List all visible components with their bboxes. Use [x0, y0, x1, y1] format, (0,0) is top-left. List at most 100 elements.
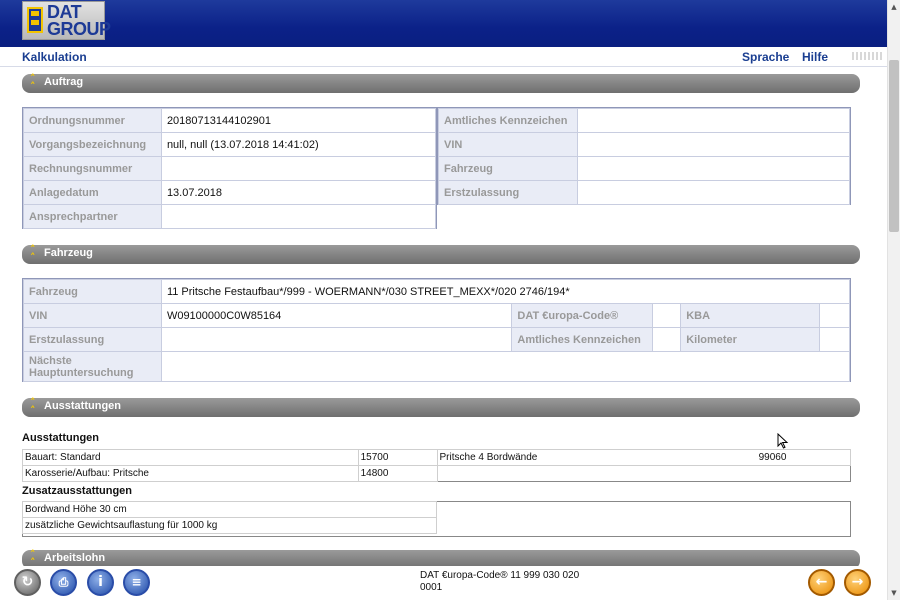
field-value	[576, 180, 851, 205]
table-row: zusätzliche Gewichtsauflastung für 1000 …	[22, 517, 437, 534]
equipment-code: 15700	[357, 449, 438, 466]
scrollbar-thumb[interactable]	[889, 60, 899, 232]
field-value: 13.07.2018	[160, 180, 437, 205]
field-label: Fahrzeug	[23, 279, 162, 304]
table-row: Erstzulassung	[438, 180, 851, 205]
table-row: Rechnungsnummer	[23, 156, 437, 181]
field-value	[652, 303, 682, 328]
document-button[interactable]: ≡	[123, 569, 150, 596]
scroll-down-icon[interactable]: ▼	[888, 586, 900, 600]
equipment-name: Karosserie/Aufbau: Pritsche	[22, 465, 359, 482]
table-row: Karosserie/Aufbau: Pritsche 14800	[22, 465, 851, 482]
fahrzeug-table: Fahrzeug 11 Pritsche Festaufbau*/999 - W…	[23, 279, 851, 382]
section-title: Arbeitslohn	[44, 552, 106, 564]
field-label: DAT €uropa-Code®	[511, 303, 654, 328]
table-row: Fahrzeug	[438, 156, 851, 181]
refresh-button[interactable]: ↻	[14, 569, 41, 596]
section-header-ausstattungen[interactable]: ˄ ˄ Ausstattungen	[22, 396, 860, 417]
table-row: Amtliches Kennzeichen	[438, 108, 851, 133]
field-label: KBA	[680, 303, 820, 328]
field-label: Anlagedatum	[23, 180, 162, 205]
field-label: Amtliches Kennzeichen	[438, 108, 578, 133]
field-label: Rechnungsnummer	[23, 156, 162, 181]
table-row: Nächste Hauptuntersuchung	[23, 351, 851, 382]
print-icon: ⎙	[58, 575, 69, 589]
collapse-chevron-icon: ˄ ˄	[30, 396, 36, 417]
field-label: Ordnungsnummer	[23, 108, 162, 133]
field-label: Nächste Hauptuntersuchung	[23, 351, 162, 382]
field-label: Erstzulassung	[438, 180, 578, 205]
field-label: Erstzulassung	[23, 327, 162, 352]
section-title: Auftrag	[44, 76, 84, 88]
field-value	[160, 156, 437, 181]
field-label: Fahrzeug	[438, 156, 578, 181]
field-value: 11 Pritsche Festaufbau*/999 - WOERMANN*/…	[160, 279, 851, 304]
field-label: Ansprechpartner	[23, 204, 162, 229]
field-value	[652, 327, 682, 352]
field-value	[160, 204, 437, 229]
menu-bar: Kalkulation Sprache Hilfe	[0, 47, 887, 67]
field-value: 20180713144102901	[160, 108, 437, 133]
top-header: DAT GROUP	[0, 0, 887, 47]
collapse-chevron-icon: ˄ ˄	[30, 243, 36, 264]
logo-line-2: GROUP	[47, 19, 111, 39]
table-row: Bauart: Standard 15700 Pritsche 4 Bordwä…	[22, 449, 851, 466]
zusatz-table: Bordwand Höhe 30 cm zusätzliche Gewichts…	[22, 501, 437, 534]
menu-grip-icon	[852, 52, 882, 60]
equipment-name: Pritsche 4 Bordwände	[436, 449, 757, 466]
equipment-code	[757, 466, 851, 482]
field-label: VIN	[438, 132, 578, 157]
equipment-name	[437, 466, 757, 482]
document-icon: ≡	[131, 575, 142, 589]
table-row: VIN	[438, 132, 851, 157]
auftrag-left-table: Ordnungsnummer 20180713144102901 Vorgang…	[23, 108, 437, 229]
field-value	[160, 351, 851, 382]
table-row: Ansprechpartner	[23, 204, 437, 229]
field-label: Amtliches Kennzeichen	[511, 327, 654, 352]
ausstattungen-heading: Ausstattungen	[22, 432, 99, 444]
collapse-chevron-icon: ˄ ˄	[30, 548, 36, 569]
equipment-code: 99060	[756, 449, 851, 466]
info-button[interactable]: i	[87, 569, 114, 596]
section-header-fahrzeug[interactable]: ˄ ˄ Fahrzeug	[22, 243, 860, 264]
equipment-name: Bauart: Standard	[22, 449, 359, 466]
table-row: Vorgangsbezeichnung null, null (13.07.20…	[23, 132, 437, 157]
table-row: Ordnungsnummer 20180713144102901	[23, 108, 437, 133]
mouse-cursor-icon	[777, 433, 789, 449]
equipment-code: 14800	[357, 465, 438, 482]
menu-hilfe[interactable]: Hilfe	[802, 50, 828, 64]
refresh-icon: ↻	[21, 574, 34, 590]
menu-kalkulation[interactable]: Kalkulation	[22, 50, 87, 64]
field-label: Kilometer	[680, 327, 820, 352]
table-row: VIN W09100000C0W85164 DAT €uropa-Code® K…	[23, 303, 850, 328]
field-value	[576, 156, 851, 181]
field-value	[819, 327, 850, 352]
back-button[interactable]: ←	[808, 569, 835, 596]
table-row: Anlagedatum 13.07.2018	[23, 180, 437, 205]
ausstattungen-table: Bauart: Standard 15700 Pritsche 4 Bordwä…	[22, 449, 851, 482]
menu-sprache[interactable]: Sprache	[742, 50, 789, 64]
forward-button[interactable]: →	[844, 569, 871, 596]
table-row: Erstzulassung Amtliches Kennzeichen Kilo…	[23, 327, 850, 352]
print-button[interactable]: ⎙	[50, 569, 77, 596]
info-icon: i	[98, 574, 103, 590]
table-row: Fahrzeug 11 Pritsche Festaufbau*/999 - W…	[23, 279, 851, 304]
section-header-auftrag[interactable]: ˄ ˄ Auftrag	[22, 73, 860, 93]
logo-mark-icon	[27, 7, 43, 33]
section-title: Ausstattungen	[44, 400, 121, 412]
forward-icon: →	[851, 574, 864, 590]
europa-code-footer: DAT €uropa-Code® 11 999 030 020 0001	[420, 570, 579, 594]
field-label: Vorgangsbezeichnung	[23, 132, 162, 157]
scroll-up-icon[interactable]: ▲	[888, 0, 900, 14]
zusatz-item: zusätzliche Gewichtsauflastung für 1000 …	[22, 517, 437, 534]
field-value	[576, 108, 851, 133]
field-value: null, null (13.07.2018 14:41:02)	[160, 132, 437, 157]
vertical-scrollbar[interactable]: ▲ ▼	[887, 0, 900, 600]
table-row: Bordwand Höhe 30 cm	[22, 501, 437, 518]
zusatz-item: Bordwand Höhe 30 cm	[22, 501, 437, 518]
field-value	[160, 327, 513, 352]
europa-code-line-2: 0001	[420, 582, 443, 593]
auftrag-right-table: Amtliches Kennzeichen VIN Fahrzeug Erstz…	[438, 108, 851, 205]
dat-group-logo[interactable]: DAT GROUP	[22, 1, 111, 40]
section-title: Fahrzeug	[44, 247, 93, 259]
